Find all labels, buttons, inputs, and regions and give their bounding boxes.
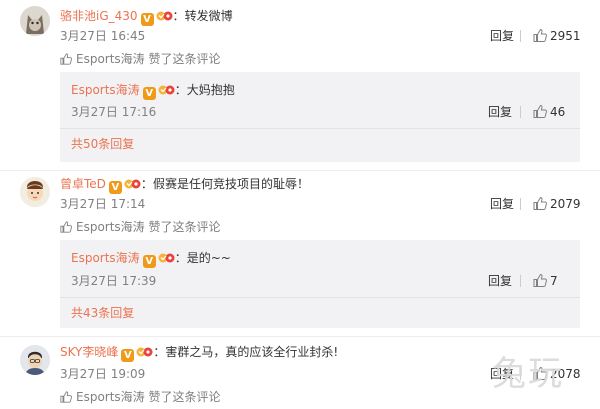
reply-button[interactable]: 回复 [490,28,514,44]
like-count: 46 [550,105,566,119]
verified-icon: V [121,349,135,362]
like-count: 2951 [550,29,581,43]
watermark: 兔玩 [492,354,564,394]
comment-text: 转发微博 [184,9,233,23]
thumb-up-icon [60,391,72,403]
like-count: 2079 [550,197,581,211]
reply-header: Esports海涛 V ：大妈抱抱 [71,83,235,100]
liked-by-note: Esports海涛 赞了这条评论 [60,219,221,235]
reply-button[interactable]: 回复 [488,104,512,120]
thumb-up-icon [60,221,72,233]
thumb-up-icon [533,29,547,42]
verified-icon: V [140,13,154,26]
reply-text: 大妈抱抱 [186,83,235,97]
reply-divider [60,297,580,298]
reply-header: Esports海涛 V ：是的~~ [71,251,231,268]
comment-header: 骆非池iG_430 V ：转发微博 [60,9,233,26]
more-replies-link[interactable]: 共50条回复 [71,136,134,152]
like-button[interactable]: 2951 [533,28,581,44]
action-divider [520,198,521,210]
username-link[interactable]: Esports海涛 [71,251,140,265]
like-count: 7 [550,274,558,288]
comment-text: 害群之马，真的应该全行业封杀! [165,345,339,359]
fan-badge-icon [124,177,141,190]
username-link[interactable]: Esports海涛 [71,83,140,97]
comment-time: 3月27日 16:45 [60,29,146,43]
fan-badge-icon [158,83,175,96]
comment-divider [0,170,600,171]
thumb-up-icon [533,105,547,118]
username-link[interactable]: SKY李晓峰 [60,345,118,359]
thumb-up-icon [533,274,547,287]
comment-divider [0,336,600,337]
avatar[interactable] [20,177,50,207]
reply-box: Esports海涛 V ：是的~~ 3月27日 17:39 回复 7 共43条回复 [60,240,580,328]
action-divider [520,106,521,118]
action-divider [520,275,521,287]
reply-button[interactable]: 回复 [490,196,514,212]
verified-icon: V [142,87,156,100]
fan-badge-icon [136,345,153,358]
fan-badge-icon [158,251,175,264]
comment-header: 曾卓TeD V ：假赛是任何竞技项目的耻辱！ [60,177,309,194]
verified-icon: V [108,181,122,194]
like-button[interactable]: 7 [533,273,558,289]
comment-time: 3月27日 17:14 [60,197,146,211]
more-replies-link[interactable]: 共43条回复 [71,305,134,321]
avatar[interactable] [20,6,50,36]
reply-box: Esports海涛 V ：大妈抱抱 3月27日 17:16 回复 46 共50条回复 [60,72,580,162]
comment-header: SKY李晓峰 V ：害群之马，真的应该全行业封杀! [60,345,339,362]
reply-divider [60,128,580,129]
reply-time: 3月27日 17:39 [71,274,157,288]
like-button[interactable]: 46 [533,104,565,120]
username-link[interactable]: 骆非池iG_430 [60,9,138,23]
avatar[interactable] [20,345,50,375]
thumb-up-icon [60,53,72,65]
fan-badge-icon [156,9,173,22]
comment-text: 假赛是任何竞技项目的耻辱！ [152,177,309,191]
like-button[interactable]: 2079 [533,196,581,212]
liked-by-note: Esports海涛 赞了这条评论 [60,389,221,405]
action-divider [520,30,521,42]
thumb-up-icon [533,197,547,210]
liked-by-note: Esports海涛 赞了这条评论 [60,51,221,67]
reply-time: 3月27日 17:16 [71,105,157,119]
reply-button[interactable]: 回复 [488,273,512,289]
verified-icon: V [142,255,156,268]
comment-time: 3月27日 19:09 [60,367,146,381]
reply-text: 是的~~ [186,251,231,265]
username-link[interactable]: 曾卓TeD [60,177,106,191]
